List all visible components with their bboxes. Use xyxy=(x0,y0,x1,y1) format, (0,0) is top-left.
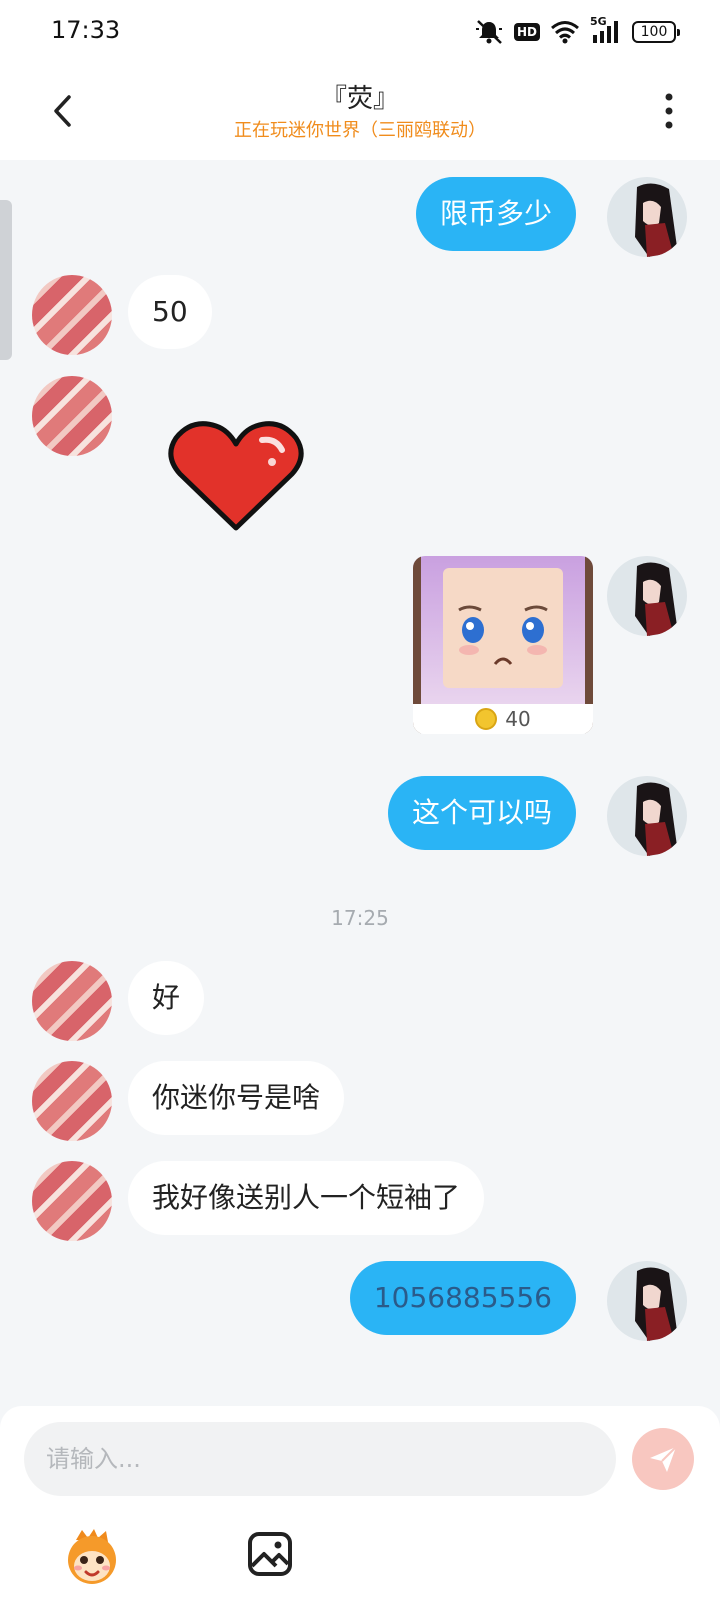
scroll-indicator[interactable] xyxy=(0,200,12,360)
coin-icon xyxy=(475,708,498,730)
item-face xyxy=(443,568,563,688)
contact-avatar[interactable] xyxy=(32,1061,112,1141)
item-price: 40 xyxy=(413,704,593,734)
message-bubble-outgoing[interactable]: 这个可以吗 xyxy=(387,776,576,850)
status-icons: HD 5G 100 xyxy=(474,15,680,46)
my-avatar[interactable] xyxy=(607,177,687,257)
chat-header: 『荧』 正在玩迷你世界（三丽鸥联动） xyxy=(0,64,720,160)
mute-bell-icon xyxy=(475,20,502,44)
message-input[interactable] xyxy=(24,1422,616,1496)
wifi-icon xyxy=(551,21,579,44)
message-bubble-incoming[interactable]: 好 xyxy=(128,961,205,1035)
chat-title: 『荧』 xyxy=(320,84,399,114)
input-area xyxy=(0,1406,720,1612)
image-picker-button[interactable] xyxy=(246,1530,294,1578)
my-avatar[interactable] xyxy=(607,1261,687,1341)
send-icon xyxy=(650,1446,677,1472)
contact-avatar[interactable] xyxy=(32,1161,112,1241)
hd-icon: HD xyxy=(513,23,540,41)
message-bubble-outgoing[interactable]: 限币多少 xyxy=(415,177,576,251)
send-button[interactable] xyxy=(632,1428,694,1490)
message-bubble-incoming[interactable]: 我好像送别人一个短袖了 xyxy=(128,1161,485,1235)
battery-level: 100 xyxy=(640,24,668,40)
more-vertical-icon xyxy=(665,93,673,129)
message-bubble-outgoing[interactable]: 1056885556 xyxy=(349,1261,576,1335)
message-list[interactable]: 限币多少 50 40 这个可以吗 17:25 好 你迷你号是啥 我好像送别人一个… xyxy=(0,160,720,1406)
my-avatar[interactable] xyxy=(607,776,687,856)
mascot-emoji-button[interactable] xyxy=(62,1528,122,1588)
message-bubble-incoming[interactable]: 50 xyxy=(128,275,212,349)
image-icon xyxy=(248,1532,292,1576)
status-time: 17:33 xyxy=(51,16,121,44)
contact-avatar[interactable] xyxy=(32,275,112,355)
battery-icon: 100 xyxy=(632,21,680,43)
signal-5g-icon: 5G xyxy=(590,15,622,45)
status-bar: 17:33 HD 5G 100 xyxy=(0,0,720,64)
my-avatar[interactable] xyxy=(607,556,687,636)
more-button[interactable] xyxy=(654,86,684,136)
heart-sticker[interactable] xyxy=(166,416,306,536)
timestamp: 17:25 xyxy=(331,906,389,930)
item-price-value: 40 xyxy=(505,707,531,731)
chat-subtitle: 正在玩迷你世界（三丽鸥联动） xyxy=(234,120,486,141)
contact-avatar[interactable] xyxy=(32,376,112,456)
message-bubble-incoming[interactable]: 你迷你号是啥 xyxy=(128,1061,345,1135)
contact-avatar[interactable] xyxy=(32,961,112,1041)
item-card[interactable]: 40 xyxy=(413,556,593,734)
mascot-emoji-icon xyxy=(68,1529,116,1584)
